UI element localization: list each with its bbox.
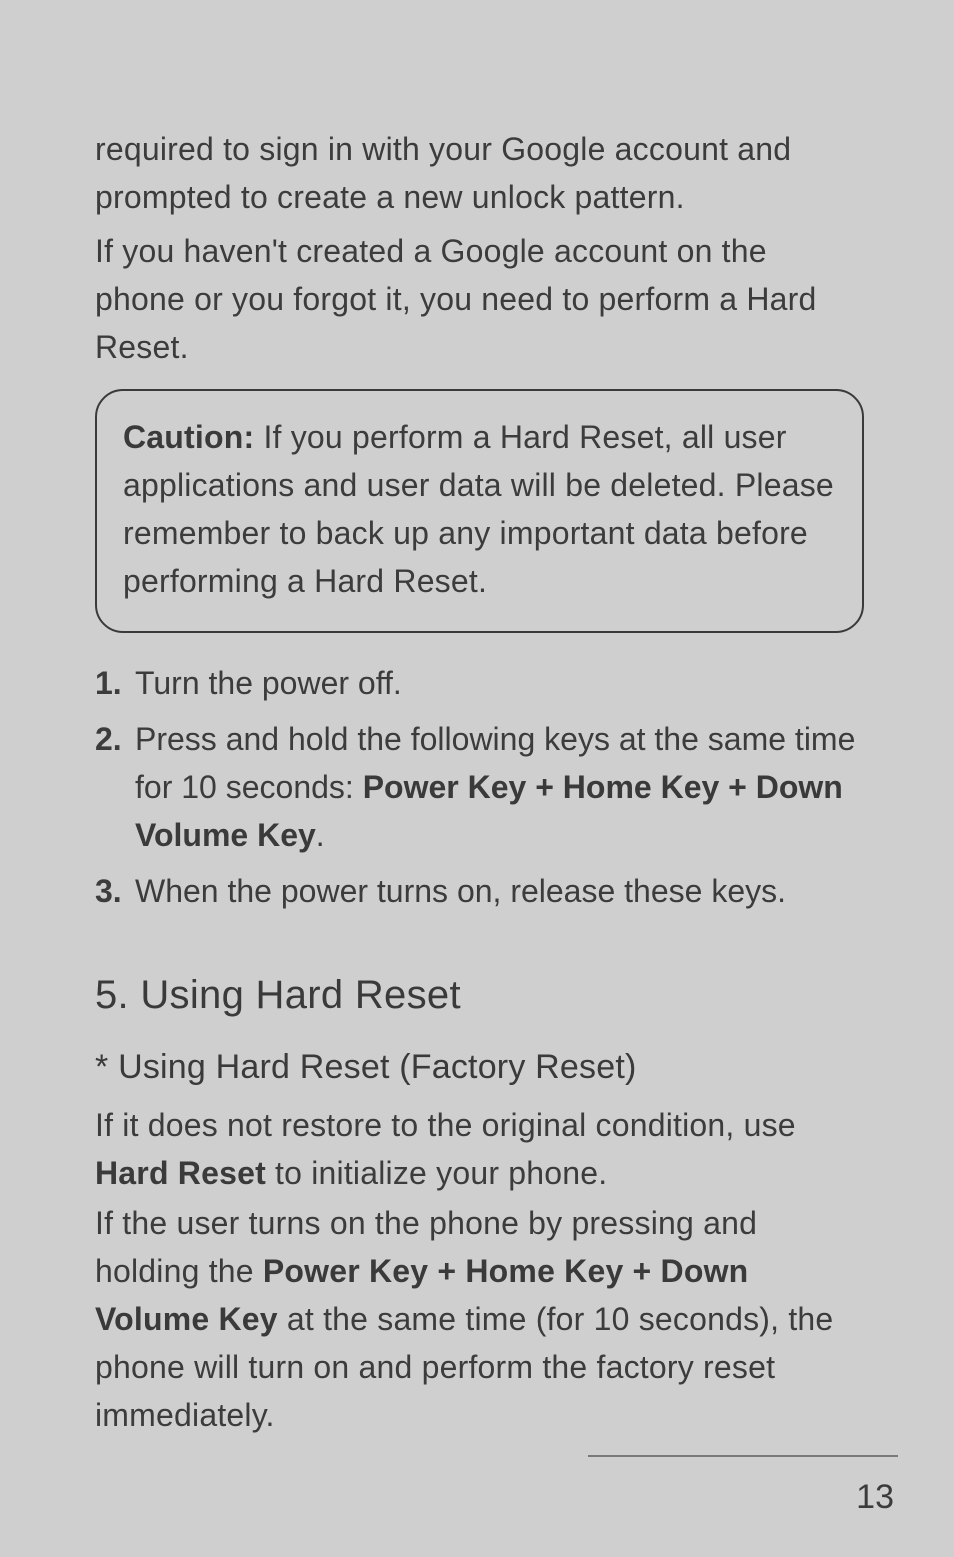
step-text: Turn the power off. (135, 659, 864, 707)
section-5-subheading: * Using Hard Reset (Factory Reset) (95, 1048, 864, 1087)
step-number: 1. (95, 659, 135, 707)
caution-text: Caution: If you perform a Hard Reset, al… (123, 413, 836, 605)
manual-page: required to sign in with your Google acc… (0, 0, 954, 1557)
s5-p1-pre: If it does not restore to the original c… (95, 1107, 796, 1143)
step-3: 3. When the power turns on, release thes… (95, 867, 864, 915)
step-1: 1. Turn the power off. (95, 659, 864, 707)
s5-p1-bold: Hard Reset (95, 1155, 266, 1191)
footer-rule (588, 1455, 898, 1457)
step-number: 2. (95, 715, 135, 763)
step-text: Press and hold the following keys at the… (135, 715, 864, 859)
intro-paragraph-1: required to sign in with your Google acc… (95, 125, 864, 221)
caution-label: Caution: (123, 419, 254, 455)
section-5-p2: If the user turns on the phone by pressi… (95, 1199, 864, 1439)
intro-paragraph-2: If you haven't created a Google account … (95, 227, 864, 371)
section-5-p1: If it does not restore to the original c… (95, 1101, 864, 1197)
step-2-post: . (316, 817, 325, 853)
s5-p1-post: to initialize your phone. (266, 1155, 607, 1191)
step-2: 2. Press and hold the following keys at … (95, 715, 864, 859)
page-number: 13 (856, 1478, 894, 1517)
step-text: When the power turns on, release these k… (135, 867, 864, 915)
caution-box: Caution: If you perform a Hard Reset, al… (95, 389, 864, 633)
step-number: 3. (95, 867, 135, 915)
section-5-heading: 5. Using Hard Reset (95, 973, 864, 1018)
steps-list: 1. Turn the power off. 2. Press and hold… (95, 659, 864, 915)
